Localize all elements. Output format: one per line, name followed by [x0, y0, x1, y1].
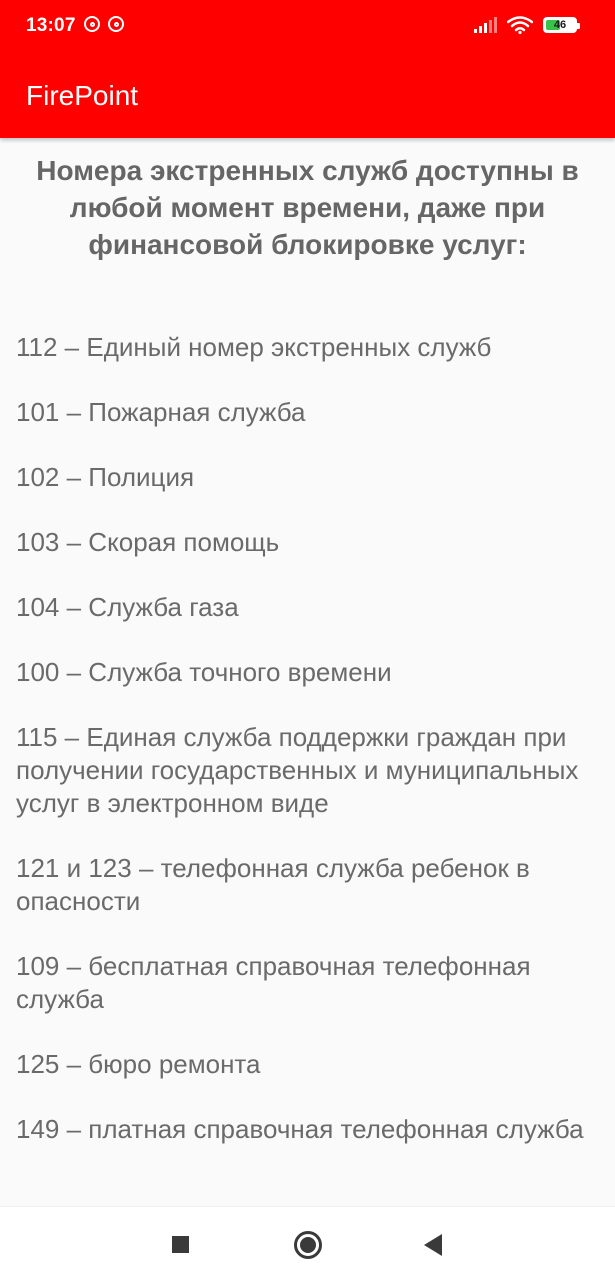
list-item: 100 – Служба точного времени: [16, 657, 392, 687]
list-item: 109 – бесплатная справочная телефонная с…: [16, 951, 531, 1014]
battery-level: 46: [553, 19, 567, 31]
signal-icon: [474, 17, 497, 33]
list-item: 121 и 123 – телефонная служба ребенок в …: [16, 853, 530, 916]
list-item: 149 – платная справочная телефонная служ…: [16, 1114, 584, 1144]
notification-icons: [84, 16, 124, 32]
recent-apps-icon[interactable]: [172, 1236, 189, 1253]
list-item: 101 – Пожарная служба: [16, 397, 306, 427]
back-icon[interactable]: [424, 1234, 442, 1256]
status-bar: 13:07 46: [0, 0, 615, 52]
list-item: 103 – Скорая помощь: [16, 527, 280, 557]
list-item: 104 – Служба газа: [16, 592, 239, 622]
status-indicators: 46: [474, 16, 580, 34]
status-time: 13:07: [26, 15, 76, 36]
home-icon[interactable]: [294, 1231, 322, 1259]
list-item: 115 – Единая служба поддержки граждан пр…: [16, 722, 579, 818]
page-heading: Номера экстренных служб доступны в любой…: [36, 155, 579, 260]
emergency-numbers-list: 112 – Единый номер экстренных служб 101 …: [0, 331, 615, 1146]
notification-ring-icon: [108, 16, 124, 32]
navigation-bar: [0, 1206, 615, 1281]
list-item: 112 – Единый номер экстренных служб: [16, 332, 492, 362]
notification-ring-icon: [84, 16, 100, 32]
main-content: Номера экстренных служб доступны в любой…: [0, 138, 615, 1178]
header: 13:07 46 FirePoint: [0, 0, 615, 138]
list-item: 102 – Полиция: [16, 462, 195, 492]
wifi-icon: [507, 16, 533, 34]
battery-icon: 46: [543, 17, 580, 33]
list-item: 125 – бюро ремонта: [16, 1049, 261, 1079]
app-title: FirePoint: [26, 80, 139, 111]
